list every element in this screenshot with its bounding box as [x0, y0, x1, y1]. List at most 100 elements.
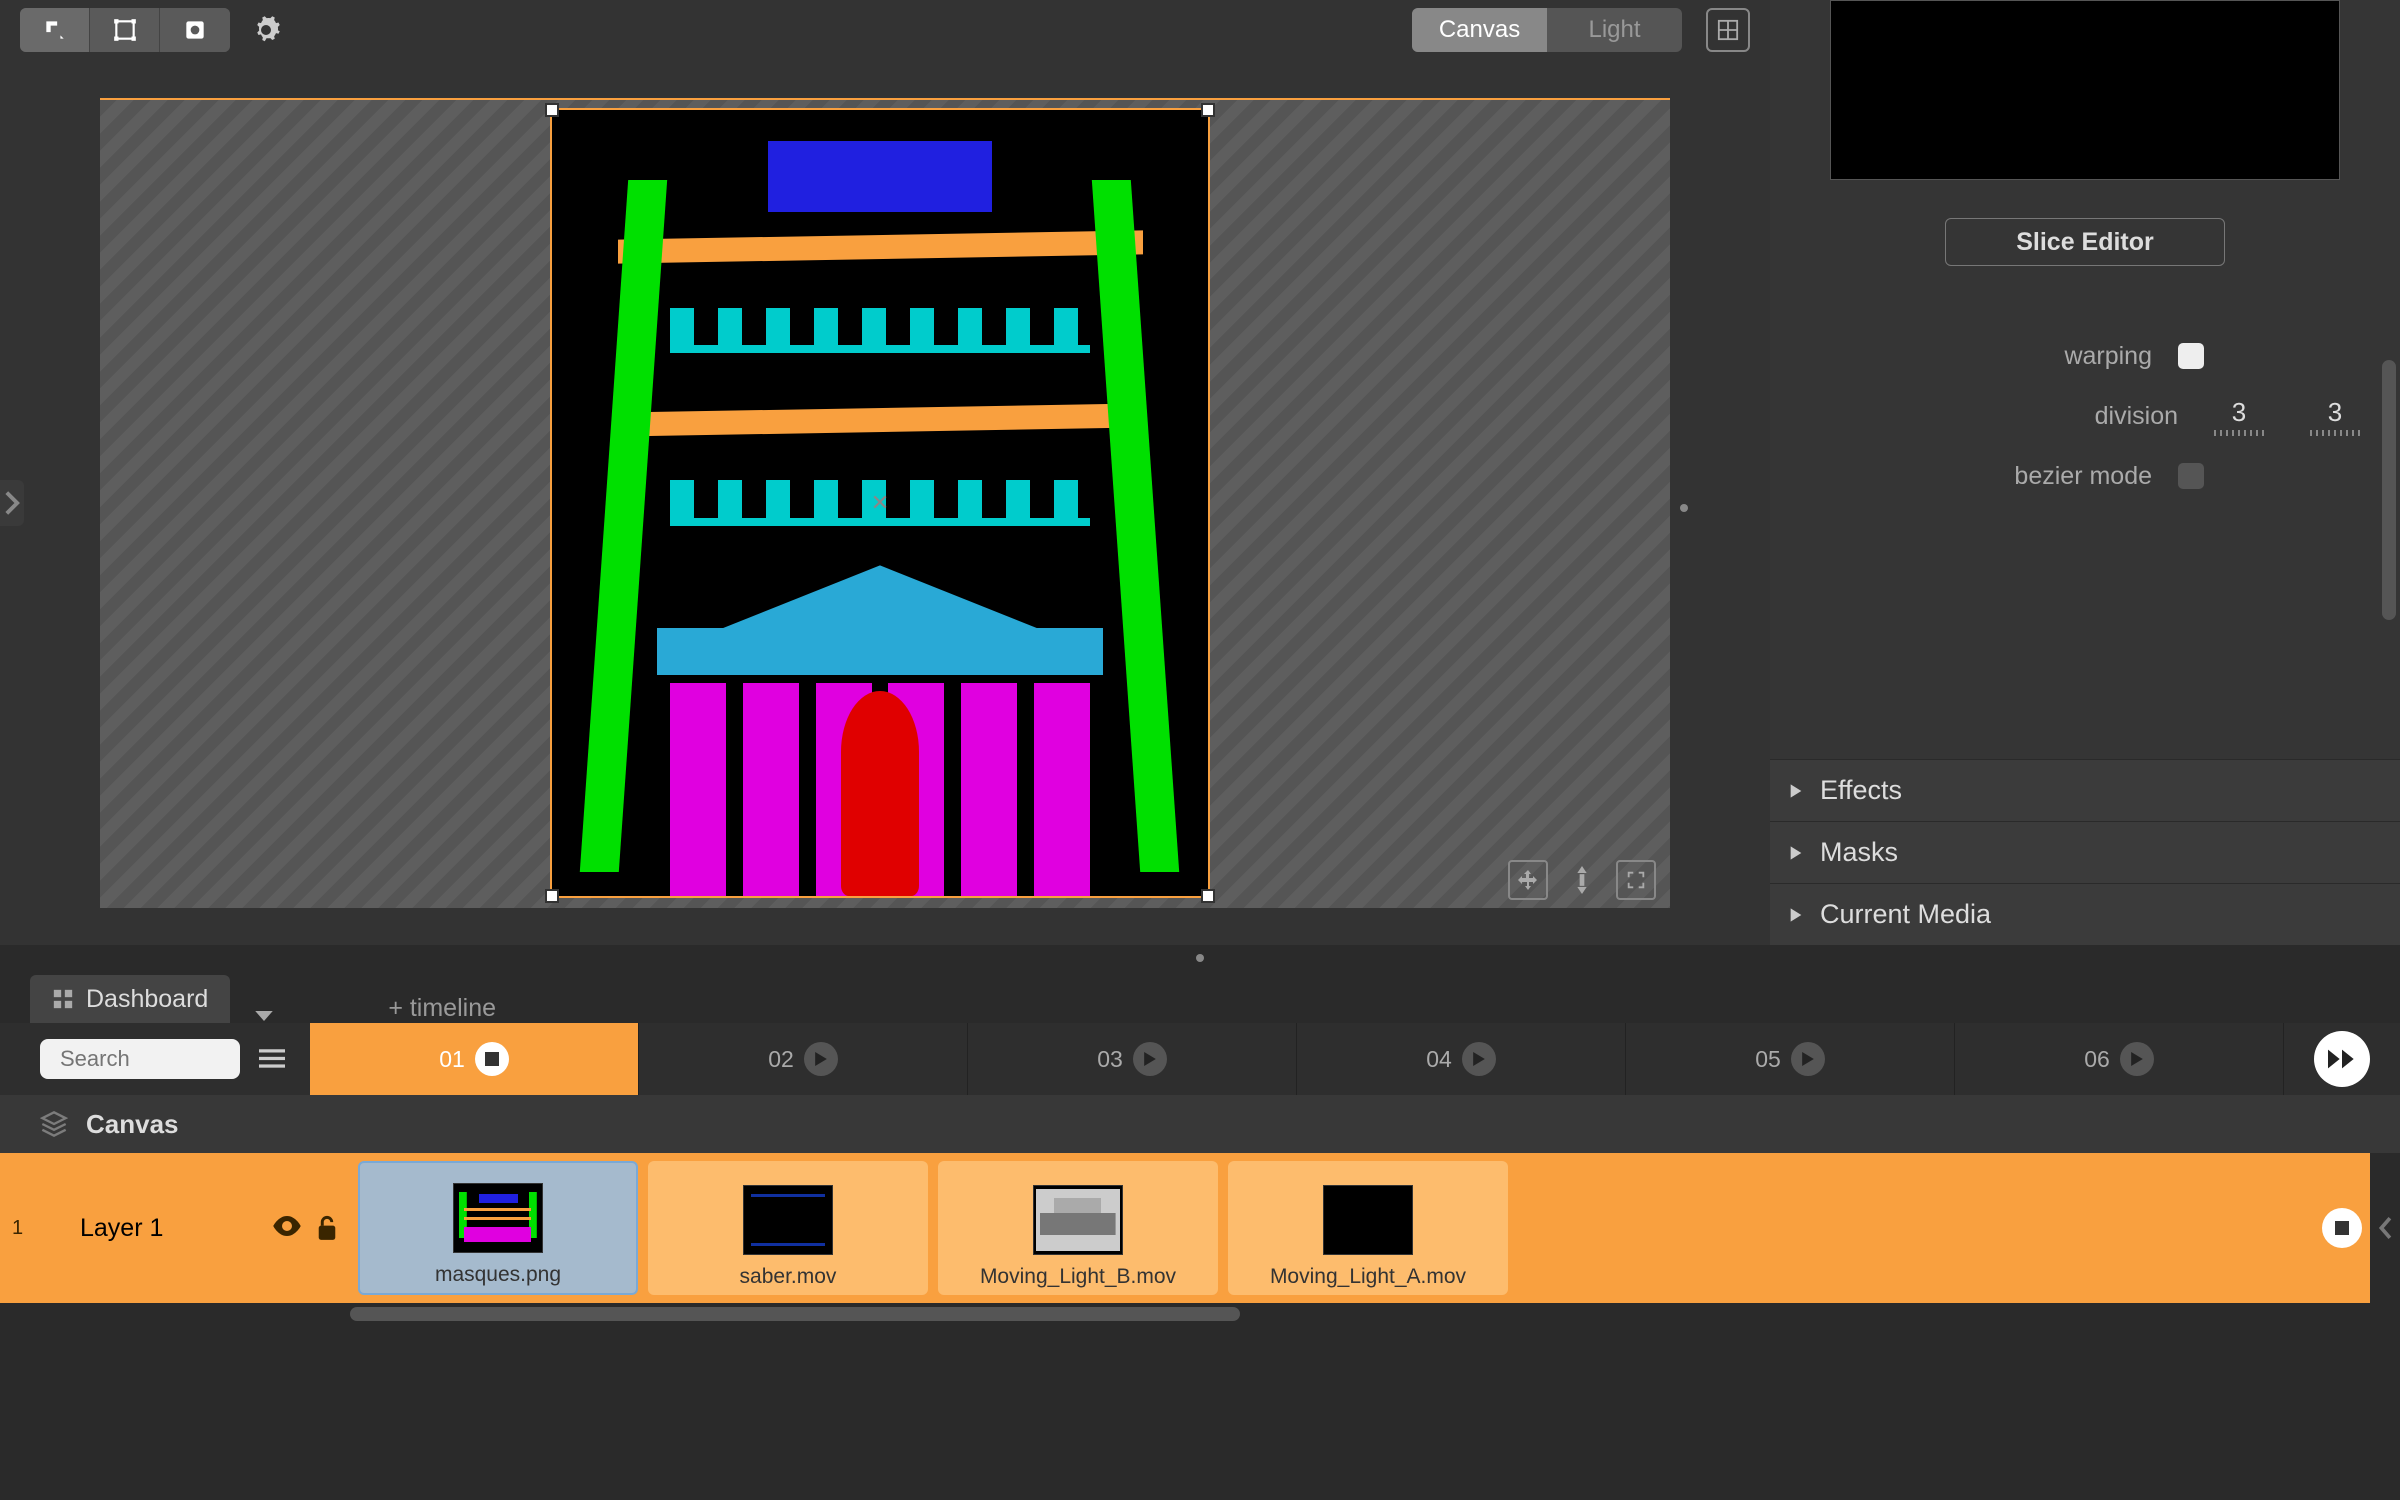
- column-06[interactable]: 06: [1955, 1023, 2284, 1095]
- filled-rect-icon: [182, 17, 208, 43]
- right-panel-collapse-dot[interactable]: [1680, 504, 1688, 512]
- eye-icon[interactable]: [272, 1215, 302, 1237]
- division-y-stepper[interactable]: 3: [2300, 397, 2370, 436]
- bezier-mode-checkbox[interactable]: [2178, 463, 2204, 489]
- fit-height-button[interactable]: [1562, 860, 1602, 900]
- settings-button[interactable]: [244, 8, 288, 52]
- list-menu-button[interactable]: [254, 1041, 290, 1077]
- vertical-arrows-icon: [1572, 866, 1592, 894]
- play-icon: [2120, 1042, 2154, 1076]
- clip-moving-light-a[interactable]: Moving_Light_A.mov: [1228, 1161, 1508, 1295]
- inspector-panel: Slice Editor warping division 3 3 bezier…: [1770, 0, 2400, 945]
- column-02[interactable]: 02: [639, 1023, 968, 1095]
- corner-arrow-icon: [42, 17, 68, 43]
- resize-handle-br[interactable]: [1201, 889, 1215, 903]
- column-05[interactable]: 05: [1626, 1023, 1955, 1095]
- column-01[interactable]: 01: [310, 1023, 639, 1095]
- timeline-scrollbar[interactable]: [0, 1303, 2400, 1325]
- bounding-box-icon: [112, 17, 138, 43]
- chevron-right-icon: [4, 490, 20, 516]
- column-03[interactable]: 03: [968, 1023, 1297, 1095]
- slice-editor-button[interactable]: Slice Editor: [1945, 218, 2225, 266]
- fast-forward-icon: [2328, 1048, 2356, 1070]
- effects-accordion[interactable]: Effects: [1770, 759, 2400, 821]
- clip-moving-light-b[interactable]: Moving_Light_B.mov: [938, 1161, 1218, 1295]
- canvas-content: ✕: [552, 110, 1208, 896]
- move-arrows-icon: [1516, 868, 1540, 892]
- stop-icon: [2335, 1221, 2349, 1235]
- clip-thumbnail: [1323, 1185, 1413, 1255]
- clip-thumbnail: [453, 1183, 543, 1253]
- add-timeline-button[interactable]: + timeline: [388, 994, 496, 1023]
- timeline-panel: 01 02 03 04 05 06: [0, 1023, 2400, 1500]
- search-box[interactable]: [40, 1039, 240, 1079]
- fullscreen-icon: [1625, 869, 1647, 891]
- canvas-row-header[interactable]: Canvas: [0, 1095, 2400, 1153]
- warping-label: warping: [1800, 342, 2152, 371]
- masks-accordion[interactable]: Masks: [1770, 821, 2400, 883]
- pan-button[interactable]: [1508, 860, 1548, 900]
- column-header-row: 01 02 03 04 05 06: [310, 1023, 2284, 1095]
- column-04[interactable]: 04: [1297, 1023, 1626, 1095]
- light-tab[interactable]: Light: [1547, 8, 1682, 52]
- horizontal-splitter[interactable]: [0, 945, 2400, 971]
- scrollbar-thumb[interactable]: [350, 1307, 1240, 1321]
- center-cross-icon: ✕: [871, 490, 889, 516]
- division-x-stepper[interactable]: 3: [2204, 397, 2274, 436]
- inspector-scrollbar[interactable]: [2382, 360, 2396, 620]
- bottom-tab-bar: Dashboard + timeline: [0, 971, 2400, 1023]
- preview-thumbnail: [1830, 0, 2340, 180]
- layer-name: Layer 1: [80, 1214, 163, 1243]
- canvas-tab[interactable]: Canvas: [1412, 8, 1547, 52]
- gear-icon: [251, 15, 281, 45]
- unlock-icon[interactable]: [316, 1215, 338, 1241]
- grid-icon: [1717, 19, 1739, 41]
- resize-handle-tr[interactable]: [1201, 103, 1215, 117]
- play-icon: [804, 1042, 838, 1076]
- resize-handle-tl[interactable]: [545, 103, 559, 117]
- tab-menu-caret[interactable]: [246, 1009, 282, 1023]
- clip-saber[interactable]: saber.mov: [648, 1161, 928, 1295]
- fast-forward-button[interactable]: [2314, 1031, 2370, 1087]
- triangle-down-icon: [254, 1009, 274, 1023]
- triangle-right-icon: [1788, 907, 1804, 923]
- selection-bounds[interactable]: ✕: [550, 108, 1210, 898]
- triangle-right-icon: [1788, 845, 1804, 861]
- chevron-left-icon: [2378, 1217, 2392, 1239]
- viewport-toolbar: Canvas Light: [0, 0, 1770, 60]
- play-icon: [1133, 1042, 1167, 1076]
- bounds-tool-button[interactable]: [90, 8, 160, 52]
- hamburger-icon: [259, 1048, 285, 1070]
- fullscreen-button[interactable]: [1616, 860, 1656, 900]
- current-media-accordion[interactable]: Current Media: [1770, 883, 2400, 945]
- clip-label: saber.mov: [740, 1265, 837, 1289]
- dashboard-icon: [52, 988, 74, 1010]
- play-icon: [1791, 1042, 1825, 1076]
- clip-label: Moving_Light_B.mov: [980, 1265, 1176, 1289]
- left-panel-expand-handle[interactable]: [0, 480, 24, 526]
- canvas-viewport[interactable]: ✕: [100, 98, 1670, 908]
- clip-track[interactable]: masques.png saber.mov Moving_Light_B.mov…: [350, 1153, 2370, 1303]
- right-collapse-handle[interactable]: [2370, 1153, 2400, 1303]
- warping-checkbox[interactable]: [2178, 343, 2204, 369]
- clip-label: Moving_Light_A.mov: [1270, 1265, 1466, 1289]
- clip-thumbnail: [743, 1185, 833, 1255]
- clip-masques[interactable]: masques.png: [358, 1161, 638, 1295]
- triangle-right-icon: [1788, 783, 1804, 799]
- timeline-header: 01 02 03 04 05 06: [0, 1023, 2400, 1095]
- layer-index: 1: [12, 1217, 23, 1240]
- track-stop-button[interactable]: [2322, 1208, 2362, 1248]
- layer-label[interactable]: 1 Layer 1: [0, 1153, 350, 1303]
- move-tool-button[interactable]: [20, 8, 90, 52]
- search-input[interactable]: [60, 1046, 348, 1072]
- resize-handle-bl[interactable]: [545, 889, 559, 903]
- viewport-controls: [1508, 860, 1656, 900]
- mask-tool-button[interactable]: [160, 8, 230, 52]
- canvas-light-toggle: Canvas Light: [1412, 8, 1682, 52]
- clip-label: masques.png: [435, 1263, 561, 1287]
- layer-row: 1 Layer 1 masques.png saber.mov Moving_L…: [0, 1153, 2400, 1303]
- dashboard-tab[interactable]: Dashboard: [30, 975, 230, 1023]
- stop-icon: [475, 1042, 509, 1076]
- bezier-mode-label: bezier mode: [1800, 462, 2152, 491]
- layout-grid-button[interactable]: [1706, 8, 1750, 52]
